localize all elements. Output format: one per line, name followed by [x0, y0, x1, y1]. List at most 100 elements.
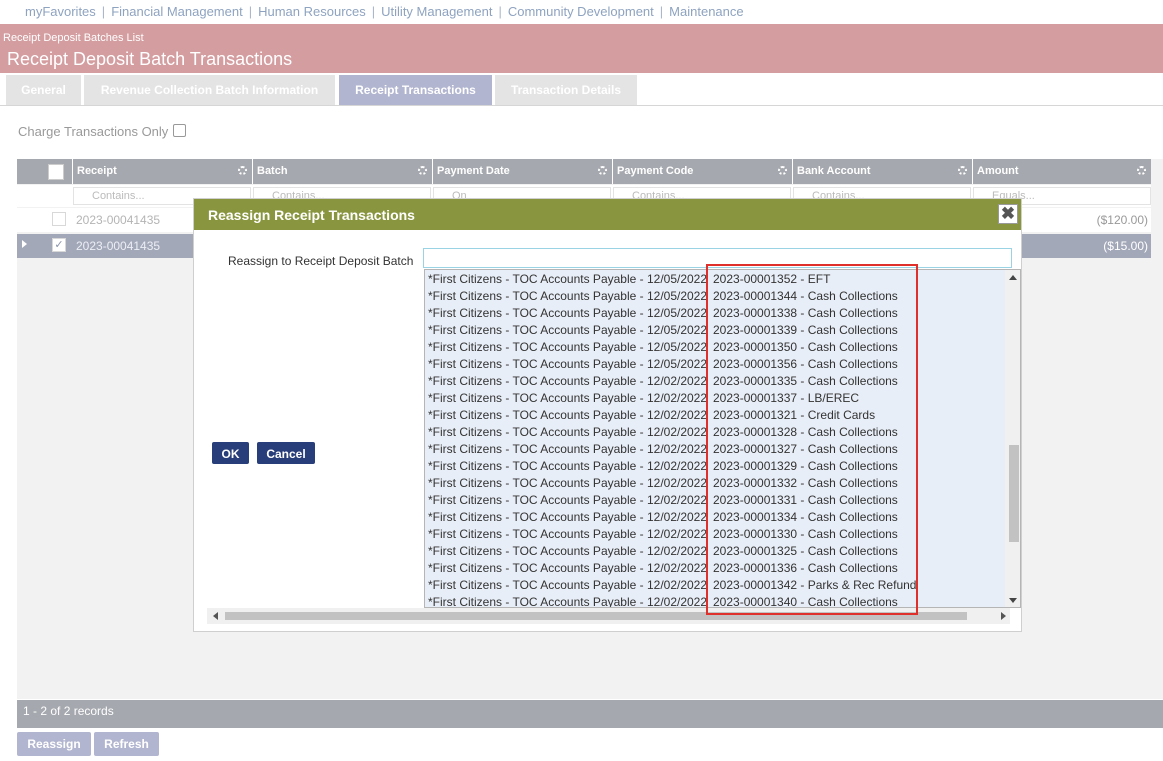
dropdown-option[interactable]: *First Citizens - TOC Accounts Payable -…	[428, 374, 898, 391]
reassign-button[interactable]: Reassign	[17, 732, 91, 756]
dropdown-option[interactable]: *First Citizens - TOC Accounts Payable -…	[428, 340, 898, 357]
top-nav: myFavorites | Financial Management | Human R…	[0, 0, 1163, 24]
option-bank-account: *First Citizens - TOC Accounts Payable -…	[428, 340, 708, 354]
nav-separator: |	[498, 4, 502, 19]
dropdown-option[interactable]: *First Citizens - TOC Accounts Payable -…	[428, 408, 875, 425]
dropdown-option[interactable]: *First Citizens - TOC Accounts Payable -…	[428, 357, 898, 374]
column-header-payment-date[interactable]: Payment Date	[432, 159, 613, 184]
row-checkbox-checked[interactable]: ✓	[52, 238, 66, 252]
receipt-cell[interactable]: 2023-00041435	[76, 213, 160, 227]
nav-link-financial-management[interactable]: Financial Management	[111, 4, 243, 19]
scroll-left-arrow-icon[interactable]	[213, 612, 218, 620]
close-icon[interactable]: ✖	[998, 204, 1018, 224]
option-batch: 2023-00001344 - Cash Collections	[713, 289, 898, 303]
column-header-bank-account[interactable]: Bank Account	[792, 159, 973, 184]
horizontal-scrollbar[interactable]	[207, 608, 1010, 624]
dropdown-option[interactable]: *First Citizens - TOC Accounts Payable -…	[428, 493, 898, 510]
column-label: Bank Account	[797, 165, 871, 177]
tab-revenue-collection-batch-information[interactable]: Revenue Collection Batch Information	[84, 75, 335, 105]
dropdown-option[interactable]: *First Citizens - TOC Accounts Payable -…	[428, 289, 898, 306]
row-checkbox[interactable]	[52, 212, 66, 226]
option-batch: 2023-00001352 - EFT	[713, 272, 831, 286]
column-header-payment-code[interactable]: Payment Code	[612, 159, 793, 184]
column-menu-gear-icon[interactable]	[778, 166, 787, 175]
page-header: Receipt Deposit Batches List Receipt Dep…	[0, 24, 1163, 73]
nav-separator: |	[248, 4, 253, 19]
scroll-up-arrow-icon[interactable]	[1009, 275, 1017, 280]
batch-dropdown-list: *First Citizens - TOC Accounts Payable -…	[424, 269, 1021, 608]
nav-link-myfavorites[interactable]: myFavorites	[25, 4, 96, 19]
option-bank-account: *First Citizens - TOC Accounts Payable -…	[428, 459, 708, 473]
dropdown-option[interactable]: *First Citizens - TOC Accounts Payable -…	[428, 476, 898, 493]
column-menu-gear-icon[interactable]	[418, 166, 427, 175]
column-menu-gear-icon[interactable]	[958, 166, 967, 175]
option-bank-account: *First Citizens - TOC Accounts Payable -…	[428, 561, 708, 575]
option-batch: 2023-00001328 - Cash Collections	[713, 425, 898, 439]
scroll-right-arrow-icon[interactable]	[1001, 612, 1006, 620]
grid-header: Receipt Batch Payment Date Payment Code …	[17, 159, 1151, 184]
option-bank-account: *First Citizens - TOC Accounts Payable -…	[428, 289, 708, 303]
scroll-down-arrow-icon[interactable]	[1009, 598, 1017, 603]
dropdown-option[interactable]: *First Citizens - TOC Accounts Payable -…	[428, 459, 898, 476]
dropdown-option[interactable]: *First Citizens - TOC Accounts Payable -…	[428, 578, 916, 595]
horizontal-scrollbar-thumb[interactable]	[225, 612, 967, 620]
dropdown-option[interactable]: *First Citizens - TOC Accounts Payable -…	[428, 527, 898, 544]
dropdown-option[interactable]: *First Citizens - TOC Accounts Payable -…	[428, 544, 898, 561]
column-label: Amount	[977, 165, 1019, 177]
row-expand-icon[interactable]	[22, 240, 27, 248]
dropdown-option[interactable]: *First Citizens - TOC Accounts Payable -…	[428, 391, 859, 408]
tab-bar: General Revenue Collection Batch Informa…	[0, 73, 1163, 106]
charge-only-filter: Charge Transactions Only	[18, 124, 187, 139]
charge-only-checkbox[interactable]	[173, 124, 187, 137]
option-bank-account: *First Citizens - TOC Accounts Payable -…	[428, 476, 708, 490]
column-menu-gear-icon[interactable]	[1137, 166, 1146, 175]
dropdown-option[interactable]: *First Citizens - TOC Accounts Payable -…	[428, 510, 898, 527]
option-bank-account: *First Citizens - TOC Accounts Payable -…	[428, 442, 708, 456]
tab-transaction-details[interactable]: Transaction Details	[495, 75, 637, 105]
tab-receipt-transactions[interactable]: Receipt Transactions	[339, 75, 492, 105]
option-batch: 2023-00001350 - Cash Collections	[713, 340, 898, 354]
select-all-checkbox[interactable]	[48, 164, 64, 180]
tab-general[interactable]: General	[6, 75, 81, 105]
ok-button[interactable]: OK	[212, 442, 249, 464]
option-batch: 2023-00001330 - Cash Collections	[713, 527, 898, 541]
option-bank-account: *First Citizens - TOC Accounts Payable -…	[428, 578, 708, 592]
dropdown-scrollbar-thumb[interactable]	[1009, 445, 1019, 542]
refresh-button[interactable]: Refresh	[94, 732, 159, 756]
option-bank-account: *First Citizens - TOC Accounts Payable -…	[428, 323, 708, 337]
nav-link-community-development[interactable]: Community Development	[508, 4, 654, 19]
nav-separator: |	[371, 4, 376, 19]
batch-field-label: Reassign to Receipt Deposit Batch	[228, 254, 414, 268]
option-bank-account: *First Citizens - TOC Accounts Payable -…	[428, 408, 708, 422]
option-bank-account: *First Citizens - TOC Accounts Payable -…	[428, 374, 708, 388]
column-header-batch[interactable]: Batch	[252, 159, 433, 184]
dropdown-option[interactable]: *First Citizens - TOC Accounts Payable -…	[428, 442, 898, 459]
option-batch: 2023-00001335 - Cash Collections	[713, 374, 898, 388]
option-batch: 2023-00001332 - Cash Collections	[713, 476, 898, 490]
breadcrumb[interactable]: Receipt Deposit Batches List	[3, 32, 144, 44]
option-bank-account: *First Citizens - TOC Accounts Payable -…	[428, 595, 708, 608]
nav-link-maintenance[interactable]: Maintenance	[669, 4, 743, 19]
option-batch: 2023-00001329 - Cash Collections	[713, 459, 898, 473]
option-batch: 2023-00001321 - Credit Cards	[713, 408, 876, 422]
column-label: Payment Date	[437, 165, 510, 177]
option-batch: 2023-00001356 - Cash Collections	[713, 357, 898, 371]
dropdown-option[interactable]: *First Citizens - TOC Accounts Payable -…	[428, 306, 898, 323]
cancel-button[interactable]: Cancel	[257, 442, 315, 464]
nav-link-utility-management[interactable]: Utility Management	[381, 4, 492, 19]
column-menu-gear-icon[interactable]	[238, 166, 247, 175]
column-header-receipt[interactable]: Receipt	[72, 159, 253, 184]
batch-select[interactable]	[423, 248, 1012, 268]
nav-link-human-resources[interactable]: Human Resources	[258, 4, 366, 19]
column-header-amount[interactable]: Amount	[972, 159, 1152, 184]
dropdown-option[interactable]: *First Citizens - TOC Accounts Payable -…	[428, 595, 898, 608]
option-batch: 2023-00001339 - Cash Collections	[713, 323, 898, 337]
dropdown-scrollbar[interactable]	[1005, 270, 1020, 607]
dropdown-option[interactable]: *First Citizens - TOC Accounts Payable -…	[428, 425, 898, 442]
column-menu-gear-icon[interactable]	[598, 166, 607, 175]
dropdown-option[interactable]: *First Citizens - TOC Accounts Payable -…	[428, 272, 830, 289]
dropdown-option[interactable]: *First Citizens - TOC Accounts Payable -…	[428, 323, 898, 340]
receipt-cell[interactable]: 2023-00041435	[76, 239, 160, 253]
dropdown-option[interactable]: *First Citizens - TOC Accounts Payable -…	[428, 561, 898, 578]
amount-cell: ($15.00)	[1103, 239, 1148, 253]
